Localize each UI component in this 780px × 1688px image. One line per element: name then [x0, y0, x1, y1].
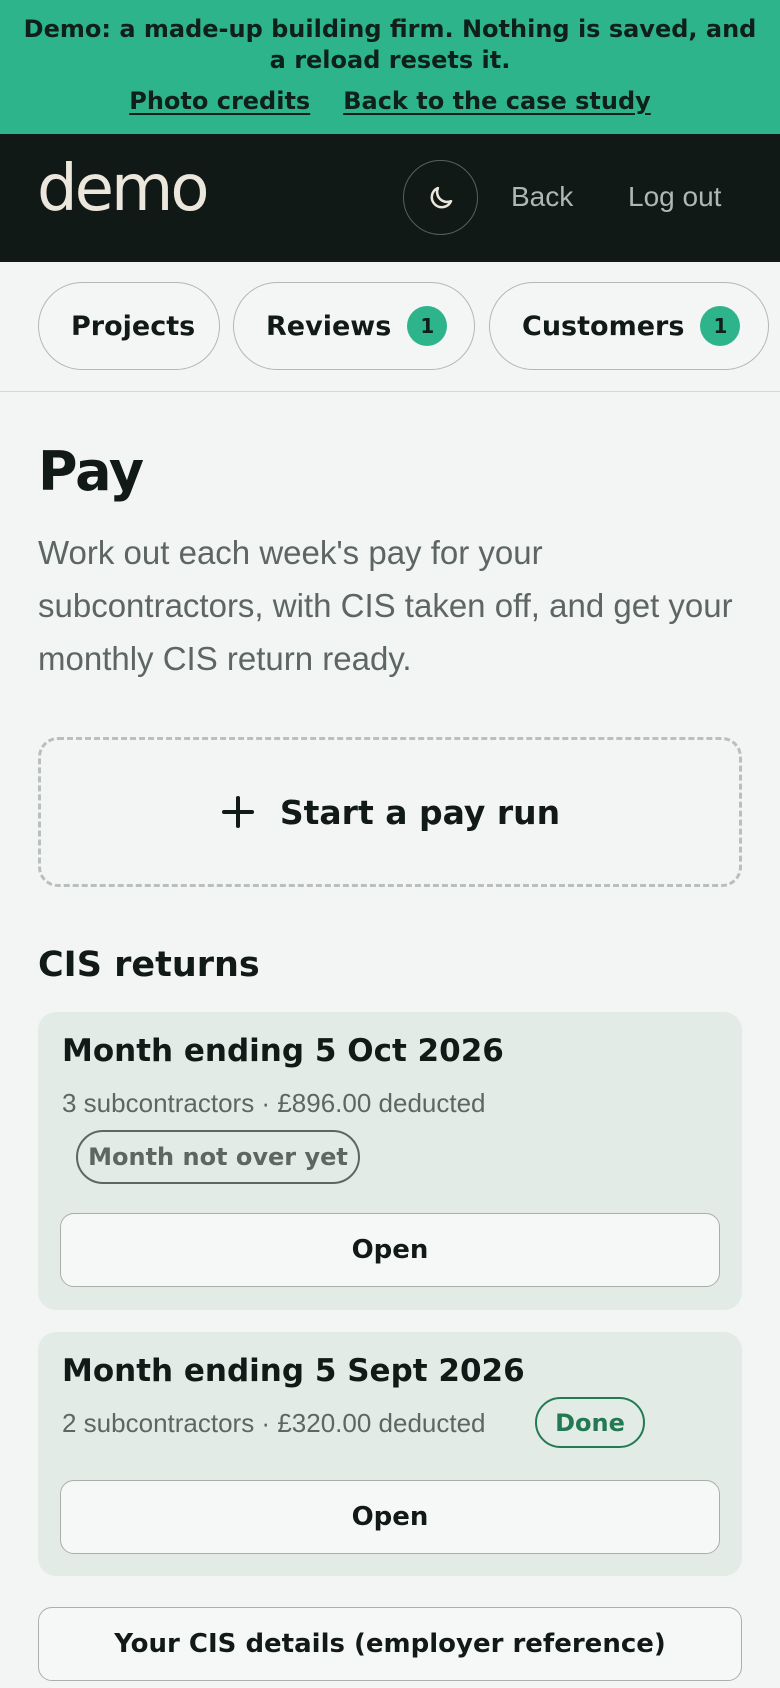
return-title: Month ending 5 Sept 2026 — [62, 1353, 525, 1389]
back-to-case-study-link[interactable]: Back to the case study — [343, 87, 651, 115]
demo-banner-links: Photo credits Back to the case study — [0, 87, 780, 115]
moon-icon — [430, 186, 452, 208]
tab-customers-label: Customers — [522, 310, 685, 342]
logo[interactable]: demo — [37, 157, 209, 221]
tab-projects[interactable]: Projects — [38, 282, 220, 370]
start-pay-run-button[interactable]: Start a pay run — [38, 737, 742, 887]
return-meta: 3 subcontractors · £896.00 deducted — [62, 1088, 486, 1118]
demo-banner: Demo: a made-up building firm. Nothing i… — [0, 0, 780, 134]
log-out-link[interactable]: Log out — [628, 180, 721, 214]
plus-icon — [220, 794, 256, 830]
theme-toggle-button[interactable] — [403, 160, 478, 235]
cis-return-card: Month ending 5 Sept 2026 2 subcontractor… — [38, 1332, 742, 1576]
back-link[interactable]: Back — [511, 180, 573, 214]
status-badge: Month not over yet — [76, 1130, 360, 1184]
customers-count-badge: 1 — [700, 306, 741, 346]
cis-return-card: Month ending 5 Oct 2026 3 subcontractors… — [38, 1012, 742, 1310]
open-return-button[interactable]: Open — [60, 1213, 720, 1287]
reviews-count-badge: 1 — [407, 306, 448, 346]
tab-reviews-label: Reviews — [266, 310, 392, 342]
tab-customers[interactable]: Customers 1 — [489, 282, 769, 370]
photo-credits-link[interactable]: Photo credits — [129, 87, 310, 115]
return-meta: 2 subcontractors · £320.00 deducted — [62, 1408, 486, 1438]
open-return-button[interactable]: Open — [60, 1480, 720, 1554]
demo-banner-text: Demo: a made-up building firm. Nothing i… — [23, 15, 757, 74]
cis-returns-heading: CIS returns — [38, 945, 260, 985]
page-description: Work out each week's pay for your subcon… — [38, 534, 733, 677]
cis-details-button[interactable]: Your CIS details (employer reference) — [38, 1607, 742, 1681]
start-pay-run-label: Start a pay run — [279, 792, 561, 832]
tab-projects-label: Projects — [71, 310, 196, 342]
status-badge: Done — [535, 1397, 645, 1448]
tab-reviews[interactable]: Reviews 1 — [233, 282, 475, 370]
return-title: Month ending 5 Oct 2026 — [62, 1033, 504, 1069]
page-title: Pay — [38, 440, 144, 503]
